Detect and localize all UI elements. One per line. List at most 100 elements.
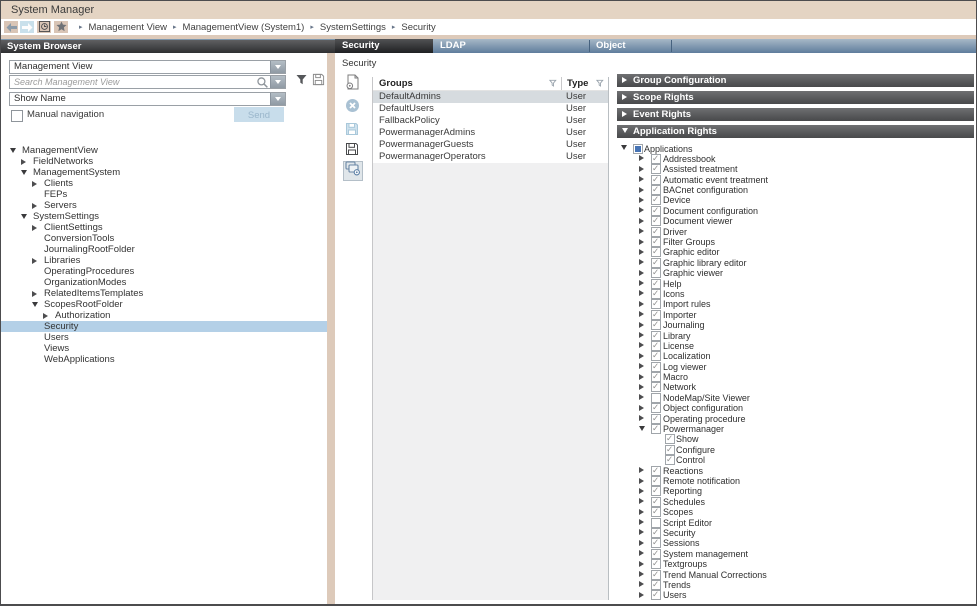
new-object-button[interactable]: [343, 75, 361, 93]
collapsed-arrow-icon[interactable]: [639, 478, 644, 484]
tree-item-views[interactable]: Views: [1, 343, 327, 354]
breadcrumb-item-security[interactable]: Security: [401, 22, 435, 33]
collapsed-arrow-icon[interactable]: [639, 259, 644, 265]
right-item-powermanager[interactable]: Powermanager: [613, 424, 976, 434]
expanded-arrow-icon[interactable]: [10, 148, 16, 153]
right-item-device[interactable]: Device: [613, 195, 976, 205]
right-item-configure[interactable]: Configure: [613, 444, 976, 454]
save-filter-button[interactable]: [311, 75, 325, 89]
collapsed-arrow-icon[interactable]: [639, 332, 644, 338]
right-item-addressbook[interactable]: Addressbook: [613, 153, 976, 163]
collapsed-arrow-icon[interactable]: [32, 258, 37, 264]
right-item-scopes[interactable]: Scopes: [613, 507, 976, 517]
tree-item-clients[interactable]: Clients: [1, 178, 327, 189]
expanded-arrow-icon[interactable]: [21, 214, 27, 219]
right-item-macro[interactable]: Macro: [613, 372, 976, 382]
save-button[interactable]: [343, 122, 361, 140]
right-item-object-configuration[interactable]: Object configuration: [613, 403, 976, 413]
collapsed-arrow-icon[interactable]: [21, 159, 26, 165]
manual-navigation-checkbox[interactable]: [11, 110, 23, 122]
collapsed-arrow-icon[interactable]: [32, 291, 37, 297]
collapsed-arrow-icon[interactable]: [639, 311, 644, 317]
groups-column-header[interactable]: Groups: [373, 77, 561, 90]
favorites-button[interactable]: [54, 21, 68, 33]
collapsed-arrow-icon[interactable]: [639, 228, 644, 234]
tab-object-configurator[interactable]: Object Configurator: [589, 39, 671, 53]
right-item-driver[interactable]: Driver: [613, 226, 976, 236]
collapsed-arrow-icon[interactable]: [32, 181, 37, 187]
right-item-reactions[interactable]: Reactions: [613, 465, 976, 475]
collapsed-arrow-icon[interactable]: [639, 394, 644, 400]
right-item-operating-procedure[interactable]: Operating procedure: [613, 413, 976, 423]
collapsed-arrow-icon[interactable]: [639, 187, 644, 193]
history-button[interactable]: [37, 21, 51, 33]
search-options-arrow-button[interactable]: [270, 76, 285, 88]
tab-security[interactable]: Security: [335, 39, 433, 53]
collapsed-arrow-icon[interactable]: [639, 207, 644, 213]
group-row-powermanageradmins[interactable]: PowermanagerAdminsUser: [373, 127, 608, 139]
right-item-textgroups[interactable]: Textgroups: [613, 559, 976, 569]
collapsed-arrow-icon[interactable]: [639, 581, 644, 587]
tree-item-relateditemstemplates[interactable]: RelatedItemsTemplates: [1, 288, 327, 299]
display-mode-dropdown[interactable]: Show Name: [9, 92, 286, 106]
right-item-filter-groups[interactable]: Filter Groups: [613, 237, 976, 247]
right-item-automatic-event-treatment[interactable]: Automatic event treatment: [613, 174, 976, 184]
view-selector-dropdown[interactable]: Management View: [9, 60, 286, 74]
collapsed-arrow-icon[interactable]: [639, 218, 644, 224]
right-item-checkbox[interactable]: [651, 507, 661, 517]
tree-item-operatingprocedures[interactable]: OperatingProcedures: [1, 266, 327, 277]
tree-item-feps[interactable]: FEPs: [1, 189, 327, 200]
right-item-library[interactable]: Library: [613, 330, 976, 340]
expanded-arrow-icon[interactable]: [21, 170, 27, 175]
group-row-fallbackpolicy[interactable]: FallbackPolicyUser: [373, 115, 608, 127]
expanded-arrow-icon[interactable]: [621, 145, 627, 150]
group-row-powermanageroperators[interactable]: PowermanagerOperatorsUser: [373, 151, 608, 163]
type-filter-icon[interactable]: [596, 79, 605, 88]
collapsed-arrow-icon[interactable]: [639, 498, 644, 504]
collapsed-arrow-icon[interactable]: [639, 571, 644, 577]
collapsed-arrow-icon[interactable]: [639, 249, 644, 255]
right-item-trends[interactable]: Trends: [613, 579, 976, 589]
right-item-system-management[interactable]: System management: [613, 548, 976, 558]
collapsed-arrow-icon[interactable]: [639, 363, 644, 369]
collapsed-arrow-icon[interactable]: [639, 301, 644, 307]
collapsed-arrow-icon[interactable]: [639, 561, 644, 567]
tree-item-users[interactable]: Users: [1, 332, 327, 343]
type-column-header[interactable]: Type: [561, 77, 608, 90]
collapsed-arrow-icon[interactable]: [639, 415, 644, 421]
right-item-reporting[interactable]: Reporting: [613, 486, 976, 496]
right-item-show[interactable]: Show: [613, 434, 976, 444]
collapsed-arrow-icon[interactable]: [43, 313, 48, 319]
right-item-document-viewer[interactable]: Document viewer: [613, 216, 976, 226]
back-button[interactable]: [4, 21, 18, 33]
collapsed-arrow-icon[interactable]: [639, 509, 644, 515]
collapsed-arrow-icon[interactable]: [32, 225, 37, 231]
right-item-control[interactable]: Control: [613, 455, 976, 465]
tree-item-scopesrootfolder[interactable]: ScopesRootFolder: [1, 299, 327, 310]
collapsed-arrow-icon[interactable]: [639, 540, 644, 546]
breadcrumb-item-managementview-system1[interactable]: ManagementView (System1): [183, 22, 305, 33]
group-row-defaultusers[interactable]: DefaultUsersUser: [373, 103, 608, 115]
tree-item-systemsettings[interactable]: SystemSettings: [1, 211, 327, 222]
display-mode-arrow-button[interactable]: [270, 93, 285, 105]
right-item-import-rules[interactable]: Import rules: [613, 299, 976, 309]
collapsed-arrow-icon[interactable]: [639, 519, 644, 525]
collapsed-arrow-icon[interactable]: [639, 176, 644, 182]
collapsed-arrow-icon[interactable]: [639, 550, 644, 556]
collapsed-arrow-icon[interactable]: [639, 155, 644, 161]
forward-button[interactable]: [20, 21, 34, 33]
section-application-rights[interactable]: Application Rights: [617, 125, 974, 138]
right-item-nodemap-site-viewer[interactable]: NodeMap/Site Viewer: [613, 392, 976, 402]
collapsed-arrow-icon[interactable]: [639, 529, 644, 535]
section-group-configuration[interactable]: Group Configuration: [617, 74, 974, 87]
right-item-checkbox[interactable]: [633, 144, 643, 154]
collapsed-arrow-icon[interactable]: [639, 290, 644, 296]
collapsed-arrow-icon[interactable]: [639, 322, 644, 328]
right-item-checkbox[interactable]: [665, 455, 675, 465]
collapsed-arrow-icon[interactable]: [639, 384, 644, 390]
right-item-document-configuration[interactable]: Document configuration: [613, 205, 976, 215]
right-item-help[interactable]: Help: [613, 278, 976, 288]
expanded-arrow-icon[interactable]: [639, 426, 645, 431]
right-item-remote-notification[interactable]: Remote notification: [613, 476, 976, 486]
collapsed-arrow-icon[interactable]: [639, 239, 644, 245]
